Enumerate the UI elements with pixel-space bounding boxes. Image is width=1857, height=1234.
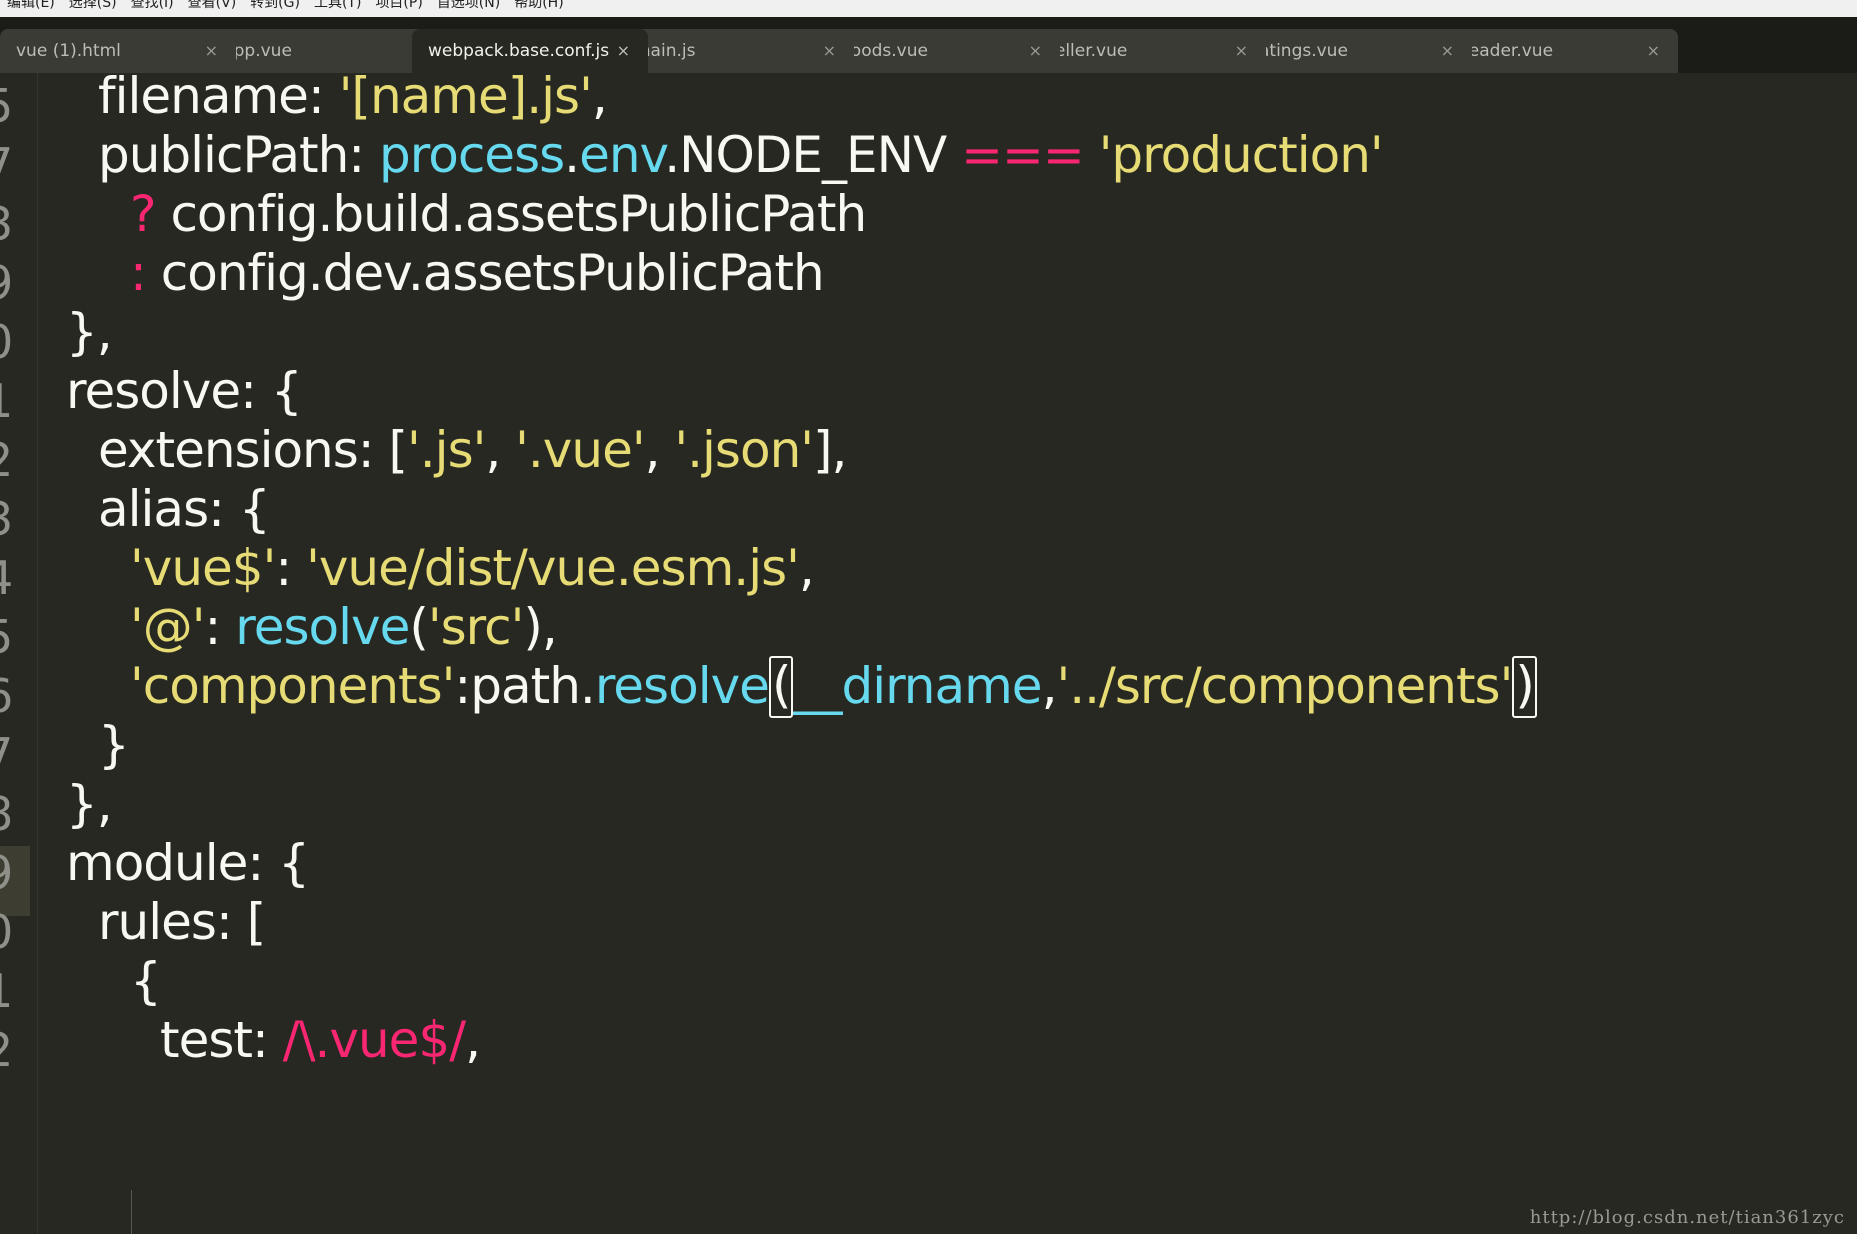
code-token: resolve bbox=[235, 598, 410, 656]
code-token: ), bbox=[523, 598, 557, 656]
code-token: '@' bbox=[130, 598, 205, 656]
line-number: 2 bbox=[0, 1015, 13, 1085]
code-token: '.js' bbox=[407, 421, 486, 479]
code-token: 'components' bbox=[130, 657, 455, 715]
code-line: : config.dev.assetsPublicPath bbox=[130, 238, 825, 308]
code-token: publicPath: bbox=[98, 126, 380, 184]
matched-bracket: ( bbox=[768, 655, 794, 718]
code-token: resolve: { bbox=[66, 362, 303, 420]
tab[interactable]: main.js × bbox=[618, 29, 854, 73]
menu-item[interactable]: 编辑(E) bbox=[0, 0, 62, 10]
code-token: :path. bbox=[454, 657, 595, 715]
code-token: alias: { bbox=[98, 480, 271, 538]
matched-bracket: ) bbox=[1512, 655, 1537, 718]
tab-label: header.vue bbox=[1458, 41, 1554, 61]
code-line: test: /\.vue$/, bbox=[160, 1005, 481, 1075]
tab[interactable]: App.vue× bbox=[206, 29, 442, 73]
code-token: config.build.assetsPublicPath bbox=[170, 185, 867, 243]
code-token: '.json' bbox=[674, 421, 814, 479]
watermark: http://blog.csdn.net/tian361zyc bbox=[1529, 1207, 1845, 1228]
menu-item[interactable]: 选择(S) bbox=[62, 0, 124, 10]
code-token: } bbox=[98, 716, 130, 774]
code-token: '../src/components' bbox=[1056, 657, 1513, 715]
code-line: rules: [ bbox=[98, 887, 266, 957]
tab[interactable]: vue (1).html × bbox=[0, 29, 236, 73]
tab-bar: vue (1).html×App.vue×webpack.base.conf.j… bbox=[0, 17, 1857, 73]
menu-item[interactable]: 查看(V) bbox=[181, 0, 244, 10]
code-token: ], bbox=[813, 421, 847, 479]
code-token: /\.vue$/ bbox=[282, 1011, 466, 1069]
menu-item[interactable]: 帮助(H) bbox=[507, 0, 570, 10]
code-token: __dirname bbox=[793, 657, 1042, 715]
indent-guide bbox=[131, 1190, 132, 1234]
menu-item[interactable]: 工具(T) bbox=[307, 0, 368, 10]
code-token: '.vue' bbox=[515, 421, 645, 479]
code-token: process bbox=[379, 126, 565, 184]
code-token: }, bbox=[66, 775, 113, 833]
code-token: : bbox=[275, 539, 307, 597]
code-token: ( bbox=[409, 598, 428, 656]
tab-label: webpack.base.conf.js bbox=[428, 41, 610, 61]
close-icon[interactable]: × bbox=[1235, 29, 1248, 73]
code-token: , bbox=[465, 1011, 481, 1069]
code-token: ? bbox=[130, 185, 171, 243]
close-icon[interactable]: × bbox=[1029, 29, 1042, 73]
code-token: , bbox=[644, 421, 675, 479]
code-token: 'vue/dist/vue.esm.js' bbox=[306, 539, 800, 597]
code-token: . bbox=[564, 126, 580, 184]
code-token: filename: bbox=[98, 75, 339, 125]
menu-item[interactable]: 查找(I) bbox=[124, 0, 181, 10]
line-number-gutter: 57390123456789012 bbox=[0, 73, 38, 1234]
code-token: { bbox=[130, 952, 162, 1010]
close-icon[interactable]: × bbox=[205, 29, 218, 73]
code-editor[interactable]: filename: '[name].js', publicPath: proces… bbox=[38, 75, 1857, 1234]
tab-label: vue (1).html bbox=[16, 41, 121, 61]
menu-bar: 编辑(E) 选择(S) 查找(I) 查看(V) 转到(G) 工具(T) 项目(P) 首选项(N… bbox=[0, 0, 1857, 18]
code-token: extensions: [ bbox=[98, 421, 408, 479]
code-token: , bbox=[485, 421, 516, 479]
close-icon[interactable]: × bbox=[617, 29, 630, 73]
code-token: 'production' bbox=[1098, 126, 1384, 184]
code-token: env bbox=[579, 126, 665, 184]
menu-item[interactable]: 转到(G) bbox=[243, 0, 307, 10]
close-icon[interactable]: × bbox=[1647, 29, 1660, 73]
tab-label: ratings.vue bbox=[1252, 41, 1348, 61]
code-line: { bbox=[130, 946, 162, 1016]
code-token: 'src' bbox=[427, 598, 524, 656]
code-line: 'components':path.resolve(__dirname,'../… bbox=[130, 651, 1537, 721]
tab[interactable]: ratings.vue × bbox=[1236, 29, 1472, 73]
code-token: : bbox=[130, 244, 161, 302]
code-token: , bbox=[591, 75, 608, 125]
close-icon[interactable]: × bbox=[1441, 29, 1454, 73]
code-token: , bbox=[1041, 657, 1058, 715]
code-token: '[name].js' bbox=[338, 75, 593, 125]
tab[interactable]: webpack.base.conf.js × bbox=[412, 29, 648, 73]
menu-item[interactable]: 首选项(N) bbox=[430, 0, 507, 10]
code-token: .NODE_ENV bbox=[664, 126, 962, 184]
close-icon[interactable]: × bbox=[823, 29, 836, 73]
tab[interactable]: header.vue × bbox=[1442, 29, 1678, 73]
tab[interactable]: seller.vue × bbox=[1030, 29, 1266, 73]
tab[interactable]: goods.vue × bbox=[824, 29, 1060, 73]
code-token: rules: [ bbox=[98, 893, 266, 951]
code-token: test: bbox=[160, 1011, 283, 1069]
code-token: , bbox=[798, 539, 815, 597]
code-token: config.dev.assetsPublicPath bbox=[160, 244, 825, 302]
code-token: : bbox=[204, 598, 236, 656]
code-token: }, bbox=[66, 303, 113, 361]
code-token: module: { bbox=[66, 834, 310, 892]
code-token: === bbox=[961, 126, 1085, 184]
code-token: resolve bbox=[594, 657, 770, 715]
code-token: 'vue$' bbox=[130, 539, 276, 597]
menu-item[interactable]: 项目(P) bbox=[368, 0, 429, 10]
